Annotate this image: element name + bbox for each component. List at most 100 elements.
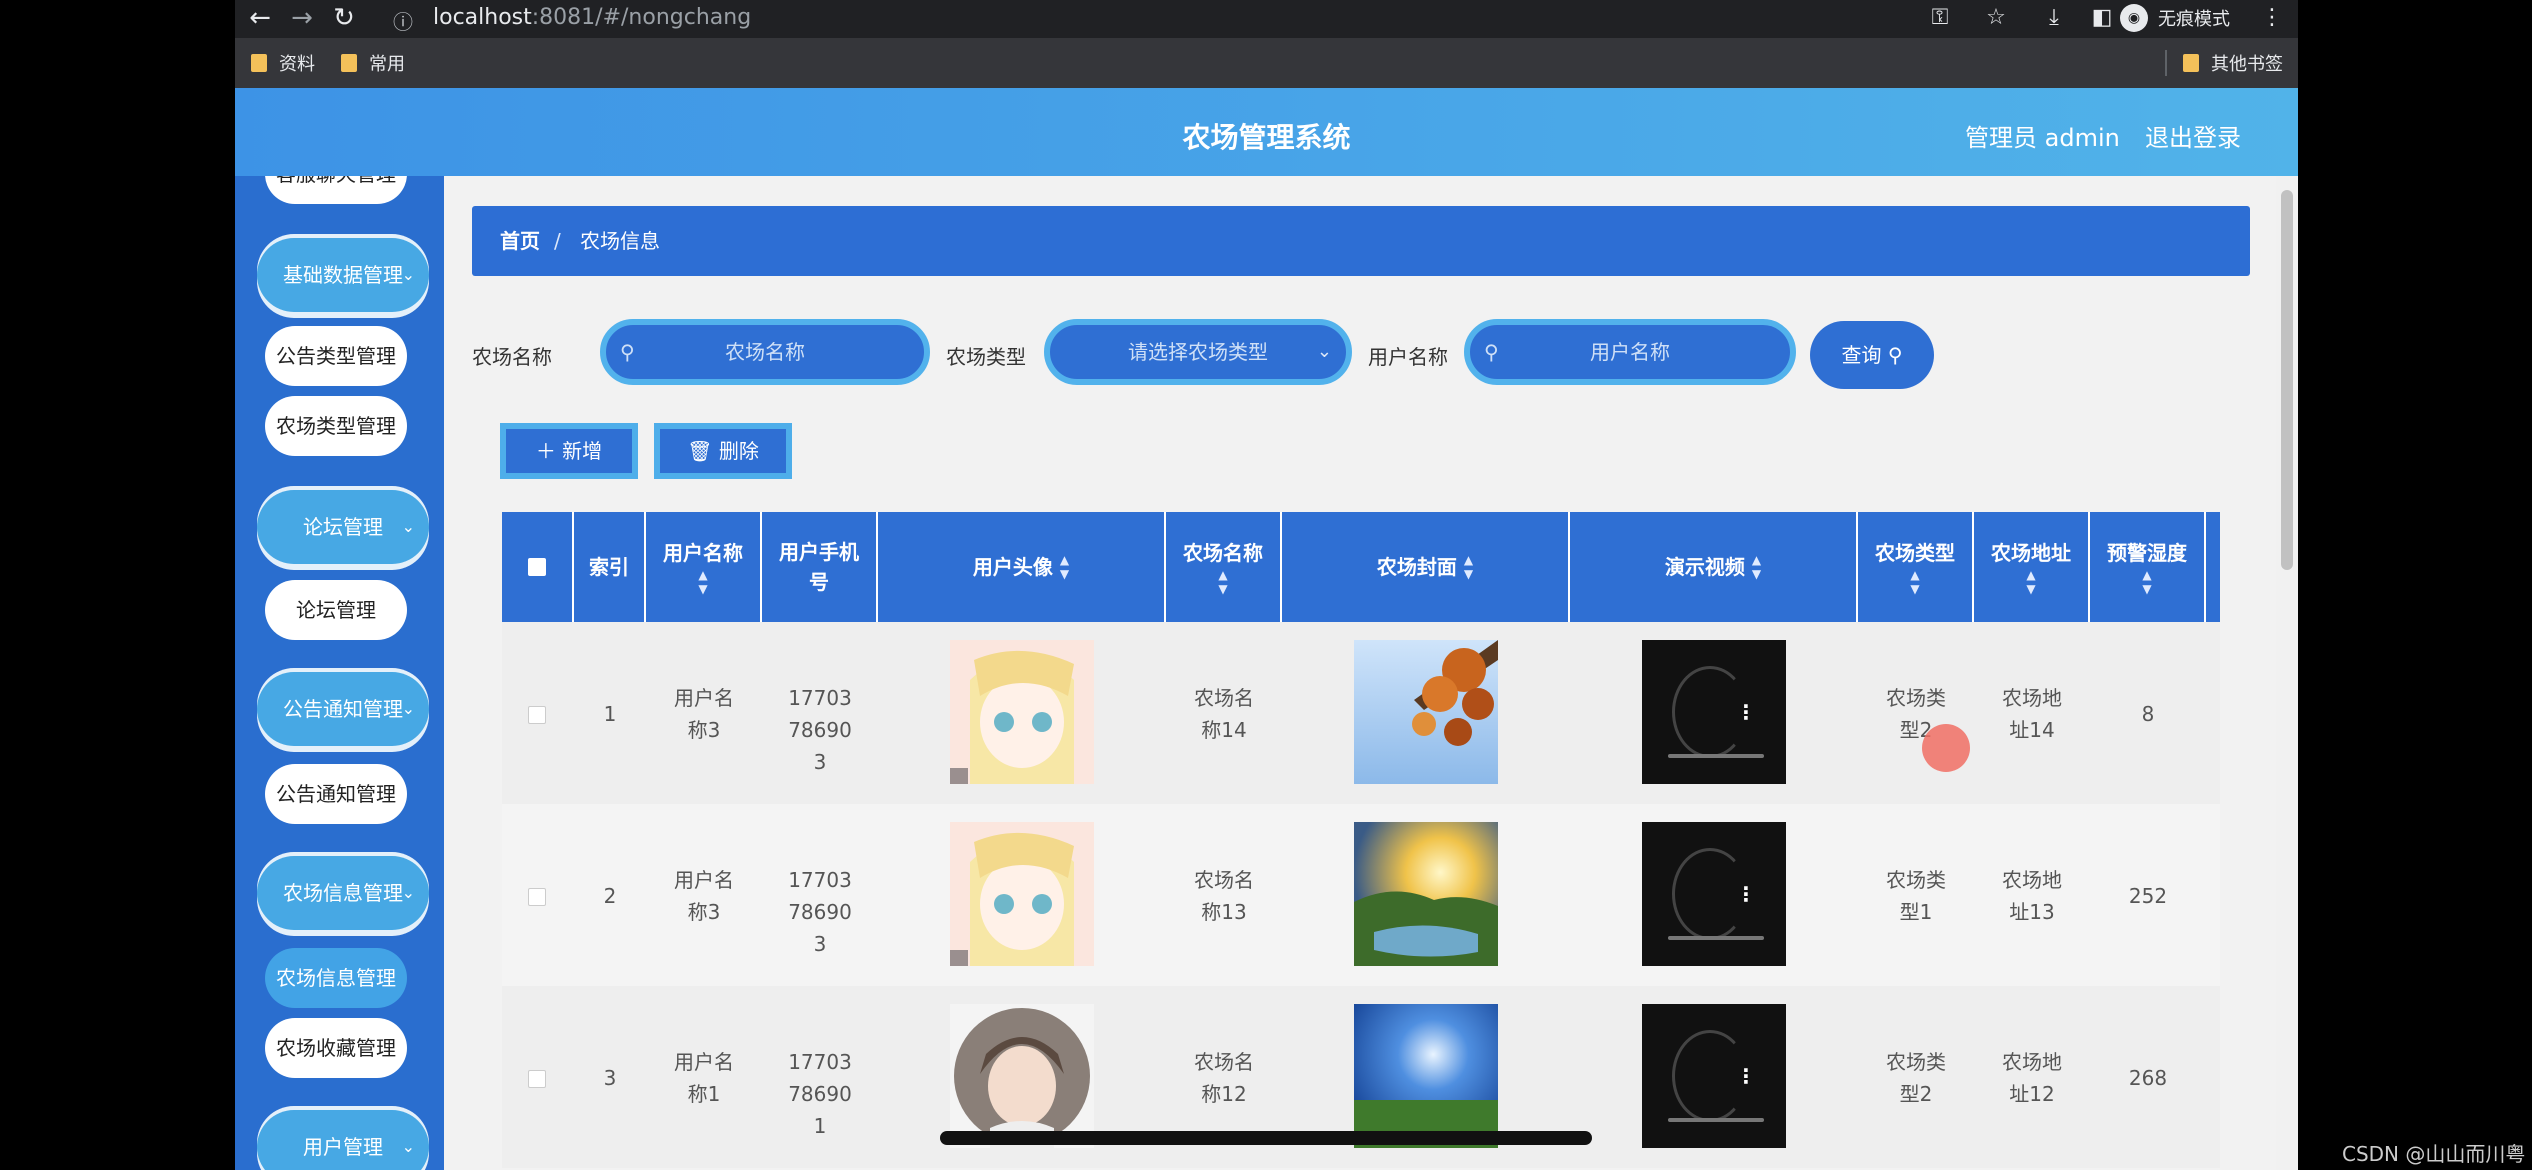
header-address[interactable]: 农场地址 ▲ ▼	[1974, 512, 2090, 622]
incognito-badge[interactable]: ◉ 无痕模式	[2120, 3, 2230, 33]
sort-icon[interactable]: ▲ ▼	[698, 568, 707, 596]
sort-icon[interactable]: ▲ ▼	[1060, 553, 1069, 581]
header-select	[502, 512, 574, 622]
bookmark-folder-1[interactable]: 资料	[251, 50, 315, 76]
trash-icon: 🗑	[687, 439, 713, 463]
sidebar-item-forum[interactable]: 论坛管理	[265, 580, 407, 640]
chevron-down-icon: ⌄	[1316, 341, 1332, 362]
sort-icon[interactable]: ▲ ▼	[2026, 568, 2035, 596]
other-bookmarks[interactable]: 其他书签	[2183, 50, 2283, 76]
reload-icon[interactable]: ↻	[329, 3, 359, 33]
header-cover[interactable]: 农场封面 ▲ ▼	[1282, 512, 1570, 622]
app-header: 农场管理系统 管理员 admin 退出登录	[235, 88, 2298, 176]
sidebar-group-notice[interactable]: 公告通知管理 ⌄	[257, 672, 429, 746]
select-all-checkbox[interactable]	[528, 558, 546, 576]
cover-image[interactable]	[1354, 822, 1498, 966]
url-text[interactable]: localhost:8081/#/nongchang	[433, 3, 751, 33]
bookmark-divider	[2165, 50, 2167, 76]
breadcrumb-current: 农场信息	[580, 229, 660, 253]
sidebar-item-farm-info[interactable]: 农场信息管理	[265, 948, 407, 1008]
sidebar-group-basic-data[interactable]: 基础数据管理 ⌄	[257, 238, 429, 312]
sidebar-group-forum[interactable]: 论坛管理 ⌄	[257, 490, 429, 564]
delete-button[interactable]: 🗑 删除	[654, 423, 792, 479]
sidepanel-icon[interactable]: ◧	[2087, 3, 2117, 33]
chevron-down-icon: ⌄	[401, 1137, 415, 1156]
cell-index: 3	[603, 1066, 617, 1090]
avatar-image[interactable]	[950, 1004, 1094, 1148]
cell-farm-name: 农场名称12	[1194, 1050, 1254, 1106]
row-checkbox[interactable]	[528, 888, 546, 906]
bookmark-label: 资料	[279, 54, 315, 75]
forward-icon[interactable]: →	[287, 3, 317, 33]
header-humidity[interactable]: 预警湿度 ▲ ▼	[2090, 512, 2206, 622]
video-progress-bar[interactable]	[1668, 936, 1764, 940]
demo-video-player[interactable]: ⋮	[1642, 1004, 1786, 1148]
farm-name-input[interactable]: ⚲ 农场名称	[600, 319, 930, 385]
header-video[interactable]: 演示视频 ▲ ▼	[1570, 512, 1858, 622]
sort-icon[interactable]: ▲ ▼	[1752, 553, 1761, 581]
sidebar-item-chat[interactable]: 客服聊天管理	[265, 176, 407, 204]
page-scrollbar[interactable]	[2276, 176, 2298, 1170]
demo-video-player[interactable]: ⋮	[1642, 640, 1786, 784]
star-icon[interactable]: ☆	[1981, 3, 2011, 33]
demo-video-player[interactable]: ⋮	[1642, 822, 1786, 966]
avatar-image[interactable]	[950, 822, 1094, 966]
bookmark-folder-2[interactable]: 常用	[341, 50, 405, 76]
video-menu-icon[interactable]: ⋮	[1736, 882, 1756, 906]
girl-avatar-image	[950, 1004, 1094, 1148]
download-icon[interactable]: ⤓	[2039, 3, 2069, 33]
bookmark-label: 其他书签	[2211, 54, 2283, 75]
menu-kebab-icon[interactable]: ⋮	[2257, 3, 2287, 33]
header-user-phone[interactable]: 用户手机号	[762, 512, 878, 622]
sort-icon[interactable]: ▲ ▼	[1218, 568, 1227, 596]
watermark-text: CSDN @山山而川粤	[2342, 1142, 2526, 1166]
key-icon[interactable]: ⚿	[1925, 3, 1955, 33]
cell-humidity: 268	[2128, 1066, 2168, 1090]
row-checkbox[interactable]	[528, 1070, 546, 1088]
sidebar-group-farm-info[interactable]: 农场信息管理 ⌄	[257, 856, 429, 930]
sidebar-item-farm-type[interactable]: 农场类型管理	[265, 396, 407, 456]
sidebar-group-label: 农场信息管理	[283, 881, 403, 905]
sort-icon[interactable]: ▲ ▼	[1910, 568, 1919, 596]
incognito-icon: ◉	[2120, 4, 2148, 32]
video-menu-icon[interactable]: ⋮	[1736, 1064, 1756, 1088]
header-farm-name[interactable]: 农场名称 ▲ ▼	[1166, 512, 1282, 622]
add-button[interactable]: ＋ 新增	[500, 423, 638, 479]
sidebar-item-notice[interactable]: 公告通知管理	[265, 764, 407, 824]
chevron-down-icon: ⌄	[401, 265, 415, 284]
sidebar-item-notice-type[interactable]: 公告类型管理	[265, 326, 407, 386]
logout-link[interactable]: 退出登录	[2145, 118, 2241, 153]
avatar-image[interactable]	[950, 640, 1094, 784]
search-icon: ⚲	[620, 340, 635, 364]
cover-image[interactable]	[1354, 640, 1498, 784]
video-progress-bar[interactable]	[1668, 1118, 1764, 1122]
chevron-down-icon: ⌄	[401, 883, 415, 902]
header-index[interactable]: 索引	[574, 512, 646, 622]
main-content: 首页 / 农场信息 农场名称 ⚲ 农场名称 农场类型 请选择农场类型 ⌄ 用户名…	[444, 176, 2298, 1170]
header-avatar[interactable]: 用户头像 ▲ ▼	[878, 512, 1166, 622]
video-progress-bar[interactable]	[1668, 754, 1764, 758]
sort-icon[interactable]: ▲ ▼	[2142, 568, 2151, 596]
folder-icon	[341, 54, 357, 72]
sidebar-group-users[interactable]: 用户管理 ⌄	[257, 1110, 429, 1170]
site-info-icon[interactable]: ⓘ	[393, 6, 413, 35]
sidebar-item-farm-favorite[interactable]: 农场收藏管理	[265, 1018, 407, 1078]
farm-type-placeholder: 请选择农场类型	[1128, 340, 1268, 364]
cell-user-name: 用户名称3	[674, 686, 734, 742]
row-checkbox[interactable]	[528, 706, 546, 724]
header-user-name[interactable]: 用户名称 ▲ ▼	[646, 512, 762, 622]
back-icon[interactable]: ←	[245, 3, 275, 33]
breadcrumb-home[interactable]: 首页	[500, 206, 540, 276]
farm-type-select[interactable]: 请选择农场类型 ⌄	[1044, 319, 1352, 385]
header-farm-type[interactable]: 农场类型 ▲ ▼	[1858, 512, 1974, 622]
cell-user-name: 用户名称1	[674, 1050, 734, 1106]
user-name-input[interactable]: ⚲ 用户名称	[1464, 319, 1796, 385]
scrollbar-thumb[interactable]	[2281, 190, 2293, 570]
folder-icon	[2183, 54, 2199, 72]
query-button[interactable]: 查询 ⚲	[1810, 321, 1934, 389]
cell-farm-type: 农场类型1	[1886, 868, 1946, 924]
sort-icon[interactable]: ▲ ▼	[1464, 553, 1473, 581]
cover-image[interactable]	[1354, 1004, 1498, 1148]
video-menu-icon[interactable]: ⋮	[1736, 700, 1756, 724]
header-user-phone-label: 用户手机号	[779, 540, 859, 594]
